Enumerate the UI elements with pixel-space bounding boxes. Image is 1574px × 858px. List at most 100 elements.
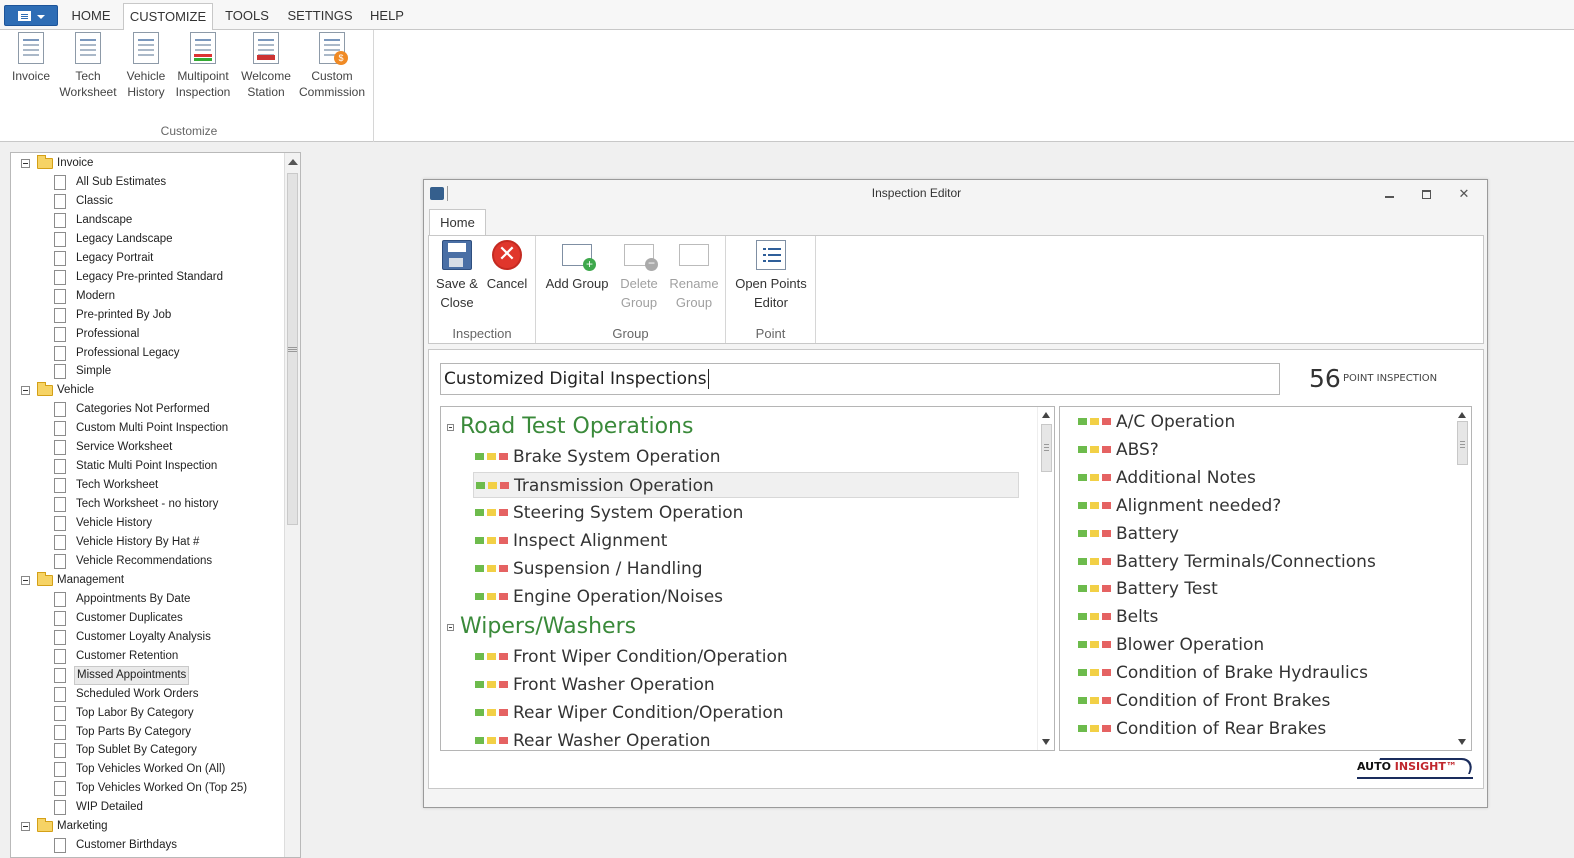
status-dots-icon <box>1078 529 1112 537</box>
tree-label: Simple <box>76 365 112 378</box>
inspection-name-input[interactable]: Customized Digital Inspections <box>440 363 1280 395</box>
custom-commission-label: Custom Commission <box>298 69 365 99</box>
inspection-point[interactable]: Suspension / Handling <box>473 556 1019 582</box>
inspection-group-label: Inspection <box>452 326 512 341</box>
tree-label: Top Sublet By Category <box>76 744 197 757</box>
welcome-station-button[interactable]: Welcome Station <box>238 32 294 100</box>
vehicle-history-button[interactable]: Vehicle History <box>122 32 170 100</box>
status-dots-icon <box>475 565 509 572</box>
available-point[interactable]: Blower Operation <box>1076 632 1436 658</box>
point-label: Battery <box>1116 523 1179 544</box>
tree-label: Categories Not Performed <box>76 403 210 416</box>
rename-group-icon <box>679 244 709 266</box>
logo-text: AUTO INSIGHT™ <box>1357 760 1457 773</box>
vehicle-history-label: Vehicle History <box>126 69 166 99</box>
tree-label: WIP Detailed <box>76 801 143 814</box>
available-point[interactable]: Additional Notes <box>1076 465 1436 491</box>
status-dots-icon <box>1078 613 1112 621</box>
tech-worksheet-button[interactable]: Tech Worksheet <box>58 32 118 100</box>
delete-group-button[interactable]: − Delete Group <box>616 240 662 312</box>
folder-icon <box>37 818 53 833</box>
document-icon <box>54 402 66 418</box>
scroll-down-icon[interactable] <box>1042 739 1050 745</box>
groups-list[interactable]: Road Test Operations Brake System Operati… <box>440 406 1055 751</box>
save-close-button[interactable]: Save & Close <box>433 240 481 312</box>
custom-commission-button[interactable]: $ Custom Commission <box>298 32 366 100</box>
tree-scrollbar[interactable] <box>284 153 300 857</box>
tab-customize[interactable]: CUSTOMIZE <box>123 3 213 31</box>
document-icon <box>54 326 66 342</box>
scroll-up-icon[interactable] <box>1458 412 1466 418</box>
point-label: ABS? <box>1116 439 1159 460</box>
cancel-label: Cancel <box>486 276 528 291</box>
tree-label: Vehicle History By Hat # <box>76 536 200 548</box>
minimize-icon[interactable] <box>1384 188 1396 200</box>
scroll-down-icon[interactable] <box>1458 739 1466 745</box>
groups-list-scrollbar[interactable] <box>1037 407 1054 750</box>
scroll-up-icon[interactable] <box>1042 412 1050 418</box>
points-list[interactable]: A/C Operation ABS? Additional Notes Alignme… <box>1059 406 1472 751</box>
welcome-doc-icon <box>253 32 279 64</box>
scroll-up-icon[interactable] <box>288 159 298 165</box>
tree-label: Customer Birthdays <box>76 839 177 852</box>
tab-tools[interactable]: TOOLS <box>216 3 278 30</box>
tab-home[interactable]: HOME <box>62 3 120 30</box>
inspection-point[interactable]: Front Wiper Condition/Operation <box>473 644 1019 670</box>
collapse-icon[interactable] <box>21 822 30 832</box>
open-points-editor-button[interactable]: Open Points Editor <box>729 240 813 312</box>
inspection-point[interactable]: Steering System Operation <box>473 500 1019 526</box>
tree-label: Invoice <box>57 157 94 169</box>
available-point[interactable]: Condition of Front Brakes <box>1076 688 1436 714</box>
tab-help[interactable]: HELP <box>362 3 412 30</box>
available-point[interactable]: Belts <box>1076 604 1436 630</box>
inspection-point[interactable]: Brake System Operation <box>473 444 1019 470</box>
close-icon[interactable]: ✕ <box>1458 187 1470 200</box>
available-point[interactable]: Alignment needed? <box>1076 493 1436 519</box>
collapse-icon[interactable] <box>447 624 454 631</box>
collapse-icon[interactable] <box>21 159 30 168</box>
collapse-icon[interactable] <box>21 575 30 585</box>
multipoint-inspection-button[interactable]: Multipoint Inspection <box>172 32 234 100</box>
inspection-point[interactable]: Engine Operation/Noises <box>473 584 1019 610</box>
available-point[interactable]: Battery Terminals/Connections <box>1076 549 1436 575</box>
available-point[interactable]: Battery Test <box>1076 576 1436 602</box>
scroll-thumb[interactable] <box>1041 424 1052 472</box>
window-title: Inspection Editor <box>871 186 962 200</box>
cancel-button[interactable]: ✕ Cancel <box>483 240 531 293</box>
collapse-icon[interactable] <box>447 424 454 431</box>
report-tree[interactable]: Invoice All Sub Estimates Classic Landscape… <box>10 152 301 858</box>
rename-group-button[interactable]: Rename Group <box>666 240 722 312</box>
add-group-button[interactable]: + Add Group <box>540 240 614 293</box>
scroll-thumb[interactable] <box>287 173 298 525</box>
tree-label: Missed Appointments <box>74 665 190 685</box>
available-point[interactable]: Battery <box>1076 521 1436 547</box>
tree-label: Professional <box>76 327 140 340</box>
tree-label: Legacy Pre-printed Standard <box>76 270 224 283</box>
tree-label: Appointments By Date <box>76 592 191 605</box>
delete-group-icon: − <box>624 244 658 271</box>
inspection-point[interactable]: Inspect Alignment <box>473 528 1019 554</box>
app-menu-button[interactable] <box>4 5 58 26</box>
tree-label: All Sub Estimates <box>76 175 167 188</box>
inspection-point[interactable]: Front Washer Operation <box>473 672 1019 698</box>
invoice-button[interactable]: Invoice <box>6 32 56 84</box>
available-point[interactable]: Condition of Brake Hydraulics <box>1076 660 1436 686</box>
tree-label: Vehicle <box>57 384 95 397</box>
inspection-point[interactable]: Rear Washer Operation <box>473 728 1019 750</box>
inspection-point[interactable]: Rear Wiper Condition/Operation <box>473 700 1019 726</box>
maximize-icon[interactable] <box>1421 188 1433 200</box>
ribbon-group-label: Customize <box>160 124 218 138</box>
tab-home-editor[interactable]: Home <box>429 209 486 235</box>
inspection-point[interactable]: Transmission Operation <box>473 472 1019 498</box>
available-point[interactable]: ABS? <box>1076 437 1436 463</box>
available-point[interactable]: Condition of Rear Brakes <box>1076 716 1436 742</box>
tree-label: Legacy Portrait <box>76 251 154 264</box>
tab-settings[interactable]: SETTINGS <box>282 3 358 30</box>
scroll-thumb[interactable] <box>1457 421 1468 465</box>
document-icon <box>54 762 66 778</box>
tech-worksheet-label: Tech Worksheet <box>59 69 117 99</box>
available-point[interactable]: A/C Operation <box>1076 409 1436 435</box>
collapse-icon[interactable] <box>21 386 30 396</box>
points-list-scrollbar[interactable] <box>1454 407 1471 750</box>
inspection-doc-icon <box>190 32 216 64</box>
